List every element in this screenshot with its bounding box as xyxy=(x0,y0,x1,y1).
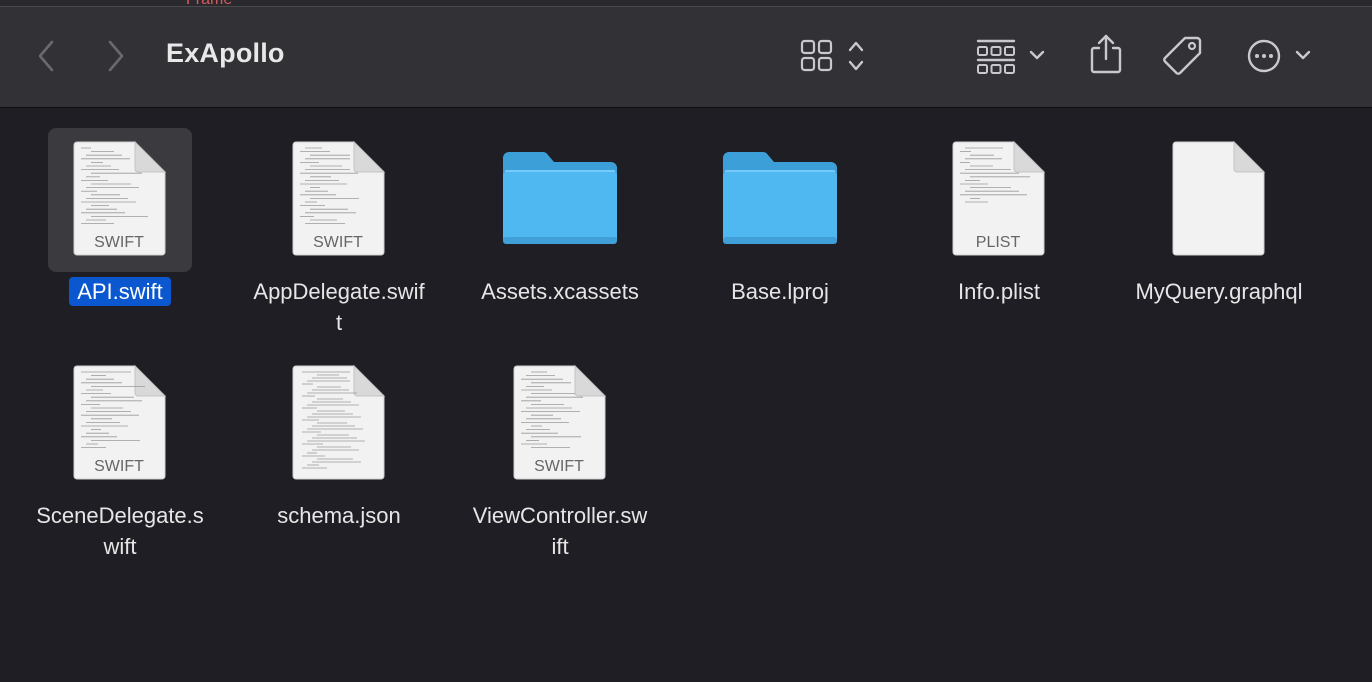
ellipsis-circle-icon xyxy=(1247,39,1311,73)
file-item[interactable]: SWIFT SceneDelegate.s wift xyxy=(10,108,230,568)
json-file-icon xyxy=(292,364,386,480)
file-item[interactable]: Base.lproj xyxy=(670,108,890,568)
icon-grid-view-icon xyxy=(800,39,864,72)
blank-file-icon xyxy=(1172,140,1266,256)
plist-file-icon: PLIST xyxy=(952,140,1046,256)
group-by-icon xyxy=(976,39,1045,74)
file-name-label: ViewController.sw ift xyxy=(450,500,670,562)
file-name-label: Info.plist xyxy=(889,276,1109,307)
finder-toolbar: ExApollo xyxy=(0,7,1372,108)
group-by-button[interactable] xyxy=(974,35,1050,77)
file-name-line-continued: wift xyxy=(103,534,137,559)
file-name-line: Info.plist xyxy=(958,279,1040,304)
file-name-label: Base.lproj xyxy=(670,276,890,307)
share-icon xyxy=(1090,34,1122,74)
swift-file-icon: SWIFT xyxy=(73,364,167,480)
forward-button[interactable] xyxy=(100,37,132,75)
file-type-badge: PLIST xyxy=(976,234,1021,251)
share-button[interactable] xyxy=(1086,31,1126,77)
tag-button[interactable] xyxy=(1160,33,1206,77)
file-name-line-continued: ift xyxy=(551,534,569,559)
back-button[interactable] xyxy=(30,37,62,75)
file-name-line: ViewController.sw xyxy=(472,503,648,528)
chevron-left-icon xyxy=(38,40,54,72)
file-type-badge: SWIFT xyxy=(534,458,584,475)
file-name-label: MyQuery.graphql xyxy=(1109,276,1329,307)
file-name-line: SceneDelegate.s xyxy=(36,503,204,528)
chevron-right-icon xyxy=(108,40,124,72)
file-name-label: schema.json xyxy=(229,500,449,531)
file-item[interactable]: schema.json xyxy=(229,108,449,568)
file-item[interactable]: PLIST Info.plist xyxy=(889,108,1109,568)
file-item[interactable]: SWIFT ViewController.sw ift xyxy=(450,108,670,568)
view-mode-button[interactable] xyxy=(798,35,870,77)
file-grid: SWIFT API.swift SWIFT AppDelegate.swif t Asse… xyxy=(0,108,1372,682)
tag-icon xyxy=(1163,36,1202,75)
more-actions-button[interactable] xyxy=(1244,35,1318,77)
file-item[interactable]: MyQuery.graphql xyxy=(1109,108,1329,568)
file-name-line: schema.json xyxy=(277,503,401,528)
file-type-badge: SWIFT xyxy=(94,458,144,475)
editor-behind-sliver: Frame xyxy=(0,0,1372,8)
file-name-line: MyQuery.graphql xyxy=(1135,279,1303,304)
folder-icon xyxy=(723,152,837,244)
file-name-line: Base.lproj xyxy=(731,279,829,304)
swift-file-icon: SWIFT xyxy=(513,364,607,480)
file-name-label: SceneDelegate.s wift xyxy=(10,500,230,562)
window-title: ExApollo xyxy=(166,38,285,68)
